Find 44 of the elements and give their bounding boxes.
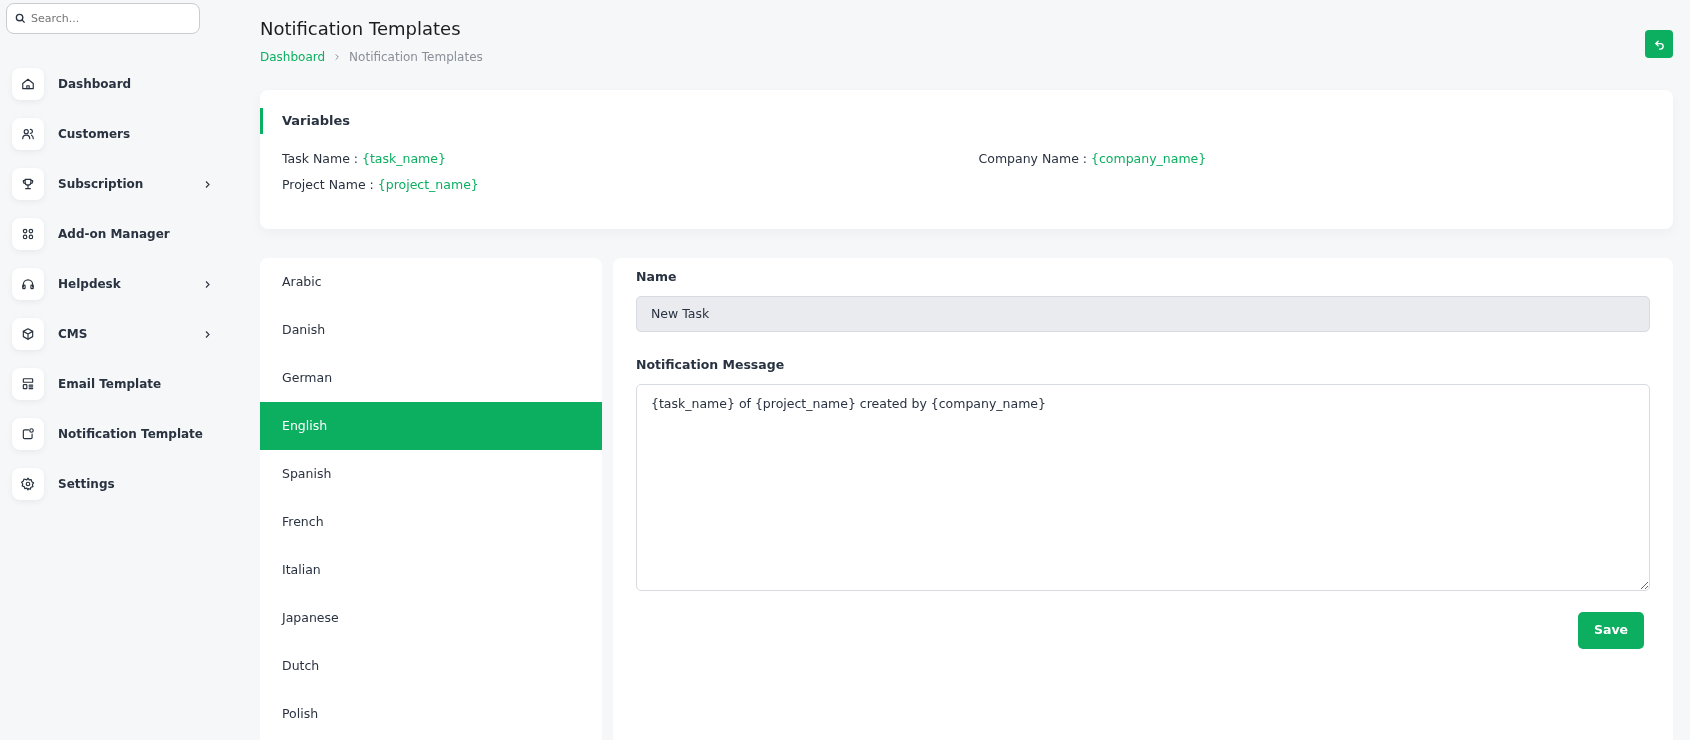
home-icon bbox=[21, 77, 35, 91]
sidebar-item[interactable]: Email Template bbox=[6, 359, 230, 409]
grid-icon bbox=[21, 227, 35, 241]
breadcrumb-current: Notification Templates bbox=[349, 48, 483, 66]
sidebar-item[interactable]: Customers bbox=[6, 109, 230, 159]
language-item[interactable]: Spanish bbox=[260, 450, 602, 499]
language-item[interactable]: Italian bbox=[260, 546, 602, 595]
language-item[interactable]: German bbox=[260, 354, 602, 403]
field-label: Name bbox=[636, 268, 678, 287]
settings-icon bbox=[21, 477, 35, 491]
chevron-icon bbox=[333, 53, 342, 62]
sidebar-item[interactable]: Helpdesk bbox=[6, 259, 230, 309]
language-item[interactable]: Japanese bbox=[260, 594, 602, 643]
sidebar-item[interactable]: Subscription bbox=[6, 159, 230, 209]
variable-text: Company Name : {company_name} bbox=[978, 149, 1208, 168]
language-item[interactable]: Polish bbox=[260, 690, 602, 739]
variable-text: Project Name : {project_name} bbox=[282, 176, 480, 195]
notification-icon bbox=[21, 427, 35, 441]
layout-icon bbox=[21, 377, 35, 391]
headset-icon bbox=[21, 277, 35, 291]
chevron-icon bbox=[203, 180, 212, 189]
sidebar-item[interactable]: Add-on Manager bbox=[6, 209, 230, 259]
trophy-icon bbox=[21, 177, 35, 191]
return-icon bbox=[1653, 38, 1665, 50]
back-button[interactable] bbox=[1645, 30, 1673, 58]
search-field[interactable]: Search... bbox=[6, 3, 200, 34]
sidebar-item[interactable]: Dashboard bbox=[6, 59, 230, 109]
chevron-icon bbox=[203, 280, 212, 289]
language-item[interactable]: Dutch bbox=[260, 642, 602, 691]
field-label: Notification Message bbox=[636, 355, 786, 374]
users-icon bbox=[21, 127, 35, 141]
chevron-icon bbox=[203, 330, 212, 339]
cube-icon bbox=[21, 327, 35, 341]
name-field[interactable]: New Task bbox=[636, 295, 1650, 332]
language-item[interactable]: French bbox=[260, 498, 602, 547]
sidebar-item[interactable]: Notification Template bbox=[6, 409, 230, 459]
page-title: Notification Templates bbox=[260, 18, 462, 40]
sidebar-item[interactable]: CMS bbox=[6, 309, 230, 359]
section-title: Variables bbox=[260, 107, 1651, 134]
message-field[interactable]: {task_name} of {project_name} created by {company_name} bbox=[636, 383, 1650, 591]
variable-text: Task Name : {task_name} bbox=[282, 149, 447, 168]
language-item[interactable]: Danish bbox=[260, 306, 602, 355]
language-item[interactable]: Arabic bbox=[260, 258, 602, 307]
sidebar-item[interactable]: Settings bbox=[6, 459, 230, 509]
